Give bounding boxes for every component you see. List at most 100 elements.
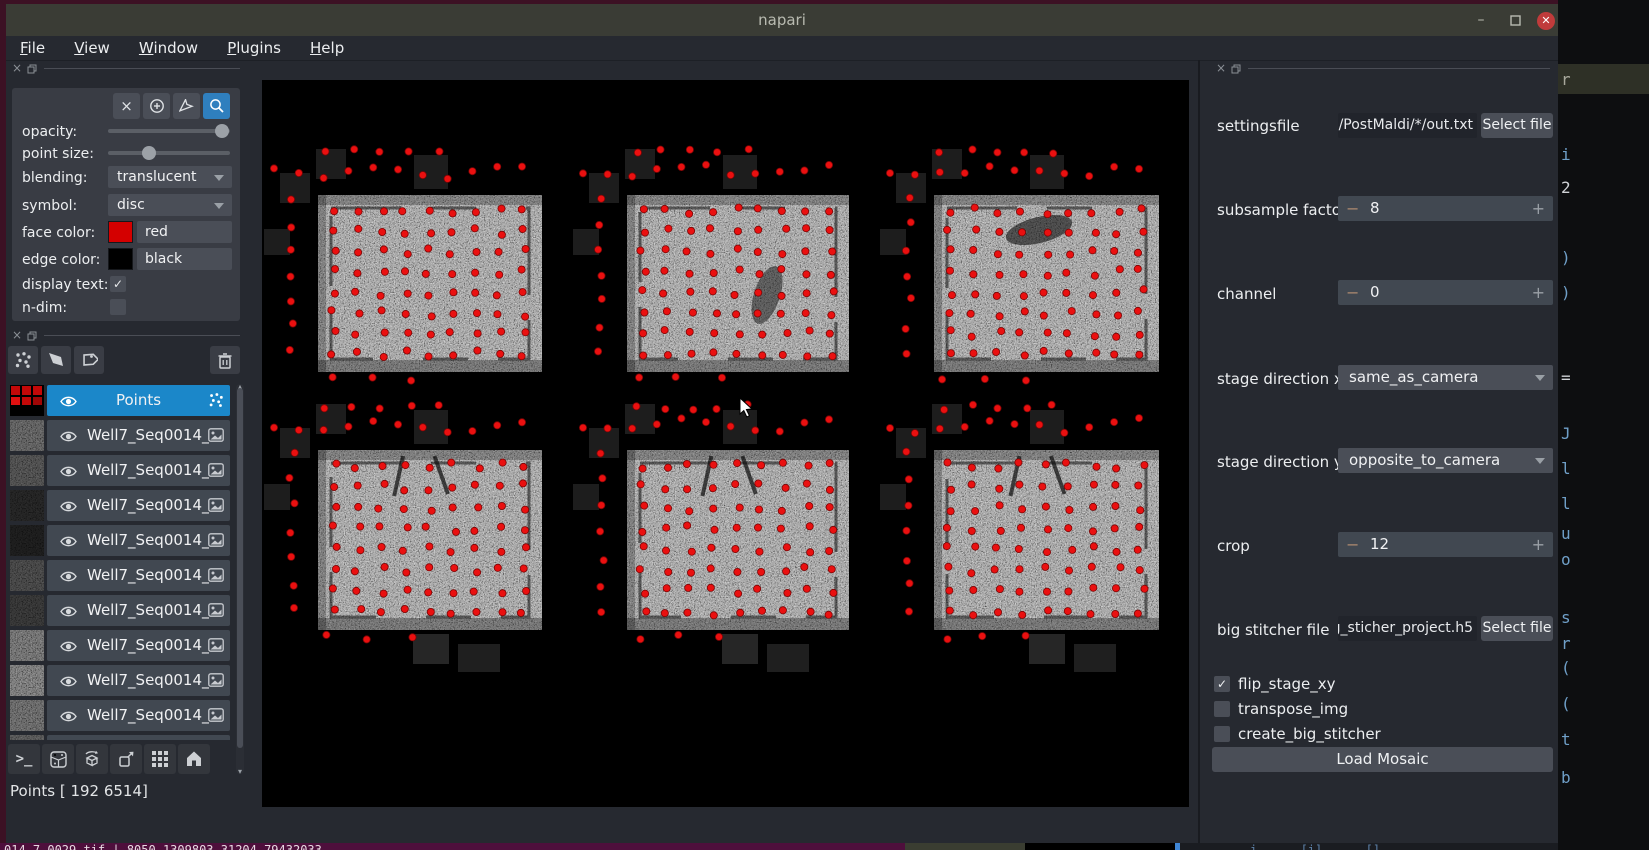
menu-window[interactable]: Window xyxy=(139,36,198,60)
viewer-canvas[interactable] xyxy=(262,80,1189,807)
new-points-layer-button[interactable] xyxy=(8,346,38,374)
layer-row-points[interactable]: Points xyxy=(8,385,234,416)
add-points-button[interactable] xyxy=(143,93,170,119)
visibility-eye-icon[interactable] xyxy=(60,603,77,622)
transpose-img-checkbox[interactable] xyxy=(1214,701,1230,717)
spin-minus-icon[interactable]: − xyxy=(1346,280,1359,305)
layers-dock-float-icon[interactable] xyxy=(27,331,37,341)
subsample-factor-spinbox[interactable]: − 8 + xyxy=(1338,196,1553,221)
console-button[interactable]: >_ xyxy=(8,744,40,774)
menu-help[interactable]: Help xyxy=(310,36,344,60)
flip-stage-xy-checkbox[interactable]: ✓ xyxy=(1214,676,1230,692)
visibility-eye-icon[interactable] xyxy=(60,533,77,552)
edge-color-swatch[interactable] xyxy=(108,248,133,270)
background-statusline-segment xyxy=(1025,843,1175,850)
opacity-slider[interactable] xyxy=(108,124,230,138)
scroll-down-icon[interactable]: ▾ xyxy=(236,767,244,776)
blending-dropdown[interactable]: translucent xyxy=(108,166,232,188)
registration-point xyxy=(579,423,588,432)
pan-zoom-button[interactable] xyxy=(203,93,230,119)
titlebar[interactable]: napari – ✕ xyxy=(6,4,1558,36)
visibility-eye-icon[interactable] xyxy=(60,568,77,587)
new-shapes-layer-button[interactable] xyxy=(41,346,71,374)
visibility-eye-icon[interactable] xyxy=(60,463,77,482)
edge-color-value[interactable]: black xyxy=(137,248,232,270)
opacity-slider-handle[interactable] xyxy=(215,124,229,138)
home-reset-view-button[interactable] xyxy=(178,744,210,774)
channel-spinbox[interactable]: − 0 + xyxy=(1338,280,1553,305)
plugin-dock-float-icon[interactable] xyxy=(1231,64,1241,74)
registration-point xyxy=(993,148,1002,157)
registration-point xyxy=(1116,563,1125,572)
face-color-value[interactable]: red xyxy=(137,221,232,243)
controls-dock-float-icon[interactable] xyxy=(27,64,37,74)
point-size-slider-handle[interactable] xyxy=(142,146,156,160)
big-stitcher-select-file-button[interactable]: Select file xyxy=(1481,616,1553,641)
dock-splitter[interactable] xyxy=(1198,60,1200,843)
dock-rule xyxy=(1248,68,1550,69)
close-button[interactable]: ✕ xyxy=(1537,12,1555,30)
layer-list-scrollbar[interactable]: ▴ ▾ xyxy=(236,382,244,776)
new-labels-layer-button[interactable] xyxy=(74,346,104,374)
layer-row[interactable]: Well7_Seq0014_7_( xyxy=(8,490,234,521)
menu-file[interactable]: File xyxy=(20,36,45,60)
spin-plus-icon[interactable]: + xyxy=(1532,280,1545,305)
registration-point xyxy=(1019,292,1028,301)
symbol-label: symbol: xyxy=(22,198,78,214)
registration-point xyxy=(332,502,341,511)
registration-point xyxy=(1064,587,1073,596)
spin-minus-icon[interactable]: − xyxy=(1346,196,1359,221)
visibility-eye-icon[interactable] xyxy=(60,708,77,727)
visibility-eye-icon[interactable] xyxy=(60,428,77,447)
spin-plus-icon[interactable]: + xyxy=(1532,532,1545,557)
load-mosaic-button[interactable]: Load Mosaic xyxy=(1212,747,1553,772)
registration-point xyxy=(758,330,767,339)
delete-points-button[interactable]: × xyxy=(113,93,140,119)
menu-view[interactable]: View xyxy=(74,36,110,60)
select-points-button[interactable] xyxy=(173,93,200,119)
registration-point xyxy=(597,294,606,303)
shapes-layer-icon xyxy=(49,353,63,366)
delete-layer-button[interactable] xyxy=(210,346,240,374)
registration-point xyxy=(380,479,389,488)
scrollbar-thumb[interactable] xyxy=(237,388,243,748)
create-big-stitcher-checkbox[interactable] xyxy=(1214,726,1230,742)
n-dim-checkbox[interactable] xyxy=(110,299,126,315)
layer-row[interactable]: Well7_Seq0014_7_( xyxy=(8,595,234,626)
minimize-button[interactable]: – xyxy=(1472,12,1490,30)
visibility-eye-icon[interactable] xyxy=(60,498,77,517)
visibility-eye-icon[interactable] xyxy=(60,673,77,692)
maximize-button[interactable] xyxy=(1506,12,1524,30)
registration-point xyxy=(398,207,407,216)
menubar: File View Window Plugins Help xyxy=(6,36,1558,61)
layer-row[interactable]: Well7_Seq0014_7_( xyxy=(8,630,234,661)
stage-direction-x-dropdown[interactable]: same_as_camera xyxy=(1338,365,1553,390)
layer-row[interactable]: Well7_Seq0014_7_( xyxy=(8,735,234,740)
visibility-eye-icon[interactable] xyxy=(60,638,77,657)
stage-direction-y-dropdown[interactable]: opposite_to_camera xyxy=(1338,448,1553,473)
roll-dimensions-button[interactable] xyxy=(76,744,108,774)
layer-row[interactable]: Well7_Seq0014_7_( xyxy=(8,700,234,731)
layer-row[interactable]: Well7_Seq0014_7_( xyxy=(8,455,234,486)
display-text-checkbox[interactable]: ✓ xyxy=(110,276,126,292)
menu-plugins[interactable]: Plugins xyxy=(227,36,281,60)
spin-minus-icon[interactable]: − xyxy=(1346,532,1359,557)
layer-row[interactable]: Well7_Seq0014_7_( xyxy=(8,665,234,696)
spin-plus-icon[interactable]: + xyxy=(1532,196,1545,221)
layer-row[interactable]: Well7_Seq0014_7_( xyxy=(8,525,234,556)
point-size-slider[interactable] xyxy=(108,146,230,160)
symbol-dropdown[interactable]: disc xyxy=(108,194,232,216)
layers-dock-close-icon[interactable]: × xyxy=(12,329,22,341)
ndisplay-toggle-button[interactable] xyxy=(42,744,74,774)
controls-dock-close-icon[interactable]: × xyxy=(12,62,22,74)
layer-row[interactable]: Well7_Seq0014_7_( xyxy=(8,420,234,451)
face-color-swatch[interactable] xyxy=(108,221,133,243)
crop-spinbox[interactable]: − 12 + xyxy=(1338,532,1553,557)
transpose-button[interactable] xyxy=(110,744,142,774)
grid-view-button[interactable] xyxy=(144,744,176,774)
settingsfile-input[interactable]: /PostMaldi/*/out.txt xyxy=(1338,113,1477,138)
settingsfile-select-file-button[interactable]: Select file xyxy=(1481,113,1553,138)
big-stitcher-file-input[interactable]: g_sticher_project.h5 xyxy=(1338,616,1477,641)
layer-row[interactable]: Well7_Seq0014_7_( xyxy=(8,560,234,591)
plugin-dock-close-icon[interactable]: × xyxy=(1216,62,1226,74)
